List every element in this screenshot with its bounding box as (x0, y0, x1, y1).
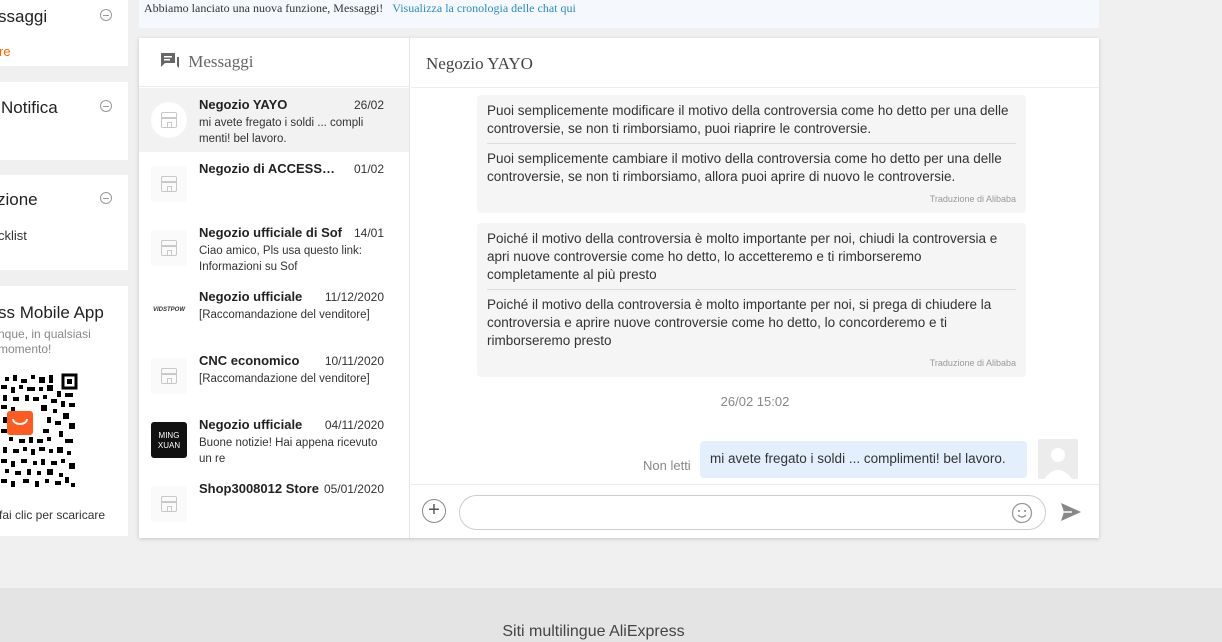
conversation-preview: mi avete fregato i soldi ... compli ment… (199, 117, 364, 145)
notice-text: Abbiamo lanciato una nuova funzione, Mes… (144, 1, 384, 15)
conversation-name: CNC economico (199, 353, 300, 368)
conversation-date: 01/02 (353, 162, 384, 176)
conversation-date: 14/01 (353, 226, 384, 240)
conversation-item[interactable]: MING XUAN Negozio ufficiale 04/11/2020 B… (139, 408, 409, 472)
emoji-icon[interactable] (1011, 502, 1033, 524)
conversation-date: 26/02 (353, 98, 384, 112)
conversation-preview: [Raccomandazione del venditore] (199, 373, 370, 385)
conversation-name: Shop3008012 Store (199, 481, 319, 496)
collapse-icon[interactable] (100, 9, 112, 21)
conversation-preview: [Raccomandazione del venditore] (199, 309, 370, 321)
shop-icon (161, 368, 177, 384)
conversation-name: Negozio ufficiale (199, 417, 303, 432)
sidebar-notification-section: Notifica (0, 82, 128, 160)
message-bubble: Puoi semplicemente modificare il motivo … (477, 95, 1026, 213)
conversation-name: Negozio di ACCESSORI (199, 161, 344, 176)
conversation-name: Negozio ufficiale di Sof (199, 225, 343, 240)
collapse-icon[interactable] (100, 100, 112, 112)
sidebar-notification-title: Notifica (1, 98, 58, 117)
shop-avatar (151, 358, 187, 394)
shop-avatar (151, 102, 187, 138)
chat-thread: Negozio YAYO Puoi semplicemente modifica… (411, 38, 1099, 538)
user-icon (1044, 448, 1072, 479)
conversation-preview: Ciao amico, Pls usa questo link: Informa… (199, 245, 362, 273)
footer: Siti multilingue AliExpress (0, 588, 1222, 642)
translation-label: Traduzione di Alibaba (929, 194, 1016, 204)
my-message-bubble: mi avete fregato i soldi ... complimenti… (700, 441, 1027, 478)
sidebar-messages-title: ssaggi (0, 7, 48, 26)
message-original: Puoi semplicemente modificare il motivo … (487, 102, 1016, 144)
conversation-date: 04/11/2020 (324, 418, 384, 432)
page: ssaggi re Notifica zione cklist ss Mobil… (0, 0, 1222, 642)
sidebar-settings-link[interactable]: cklist (0, 228, 27, 243)
conversation-list: Messaggi Negozio YAYO 26/02 mi avete fre… (139, 38, 410, 538)
shop-logo-line-2: XUAN (157, 441, 181, 450)
shop-avatar (151, 166, 187, 202)
collapse-icon[interactable] (100, 192, 112, 204)
shop-avatar (151, 486, 187, 522)
message-translation: Puoi semplicemente cambiare il motivo de… (487, 151, 1002, 184)
conversation-item[interactable]: Negozio di ACCESSORI 01/02 (139, 152, 409, 216)
sidebar-messages-section: ssaggi re (0, 0, 128, 66)
conversation-preview: Buone notizie! Hai appena ricevuto un re (199, 437, 378, 465)
conversation-list-title: Messaggi (188, 52, 254, 71)
conversation-item[interactable]: CNC economico 10/11/2020 [Raccomandazion… (139, 344, 409, 408)
shop-icon (161, 240, 177, 256)
notice-banner: Abbiamo lanciato una nuova funzione, Mes… (139, 0, 1099, 28)
qr-code-icon[interactable] (0, 373, 78, 491)
thread-title: Negozio YAYO (411, 38, 1099, 88)
translation-label: Traduzione di Alibaba (929, 358, 1016, 368)
send-icon[interactable] (1060, 502, 1082, 522)
message-composer: + (411, 484, 1099, 538)
sidebar-settings-section: zione cklist (0, 175, 128, 270)
conversation-name: Negozio ufficiale (199, 289, 303, 304)
shop-avatar (151, 230, 187, 266)
conversation-item[interactable]: Negozio ufficiale di Sof 14/01 Ciao amic… (139, 216, 409, 280)
chat-window: Messaggi Negozio YAYO 26/02 mi avete fre… (139, 38, 1099, 538)
chat-history-link[interactable]: Visualizza la cronologia delle chat qui (392, 1, 576, 15)
footer-multilingual-sites[interactable]: Siti multilingue AliExpress (0, 623, 1187, 641)
sidebar-messages-link[interactable]: re (0, 44, 11, 59)
chat-bubble-icon (160, 52, 179, 74)
message-timestamp: 26/02 15:02 (720, 394, 790, 409)
sidebar-app-title: ss Mobile App (0, 303, 104, 322)
sidebar-settings-title: zione (0, 190, 38, 209)
unread-label: Non letti (643, 458, 691, 473)
message-bubble: Poiché il motivo della controversia è mo… (477, 223, 1026, 377)
conversation-date: 10/11/2020 (324, 354, 384, 368)
message-original: Poiché il motivo della controversia è mo… (487, 230, 1016, 290)
shop-avatar: VIDSTPOW (151, 294, 187, 330)
conversation-date: 11/12/2020 (324, 290, 384, 304)
shop-icon (161, 112, 177, 128)
shop-logo-line-1: MING (158, 431, 180, 440)
conversation-item[interactable]: Shop3008012 Store 05/01/2020 (139, 472, 409, 536)
conversation-name: Negozio YAYO (199, 97, 288, 112)
shop-icon (161, 176, 177, 192)
shop-avatar: MING XUAN (151, 422, 187, 458)
user-avatar (1038, 439, 1078, 479)
sidebar-app-hint: fai clic per scaricare (0, 508, 106, 522)
add-attachment-button[interactable]: + (422, 499, 446, 523)
conversation-item[interactable]: VIDSTPOW Negozio ufficiale 11/12/2020 [R… (139, 280, 409, 344)
conversation-item[interactable]: Negozio YAYO 26/02 mi avete fregato i so… (139, 88, 409, 152)
conversation-list-header: Messaggi (139, 38, 409, 87)
shop-icon (161, 496, 177, 512)
message-input[interactable] (459, 495, 1046, 530)
sidebar-app-description: nque, in qualsiasi momento! (0, 327, 91, 356)
sidebar-app-section: ss Mobile App nque, in qualsiasi momento… (0, 286, 128, 536)
message-translation: Poiché il motivo della controversia è mo… (487, 297, 992, 348)
shop-logo-text: VIDSTPOW (152, 307, 185, 313)
conversation-date: 05/01/2020 (323, 482, 384, 496)
